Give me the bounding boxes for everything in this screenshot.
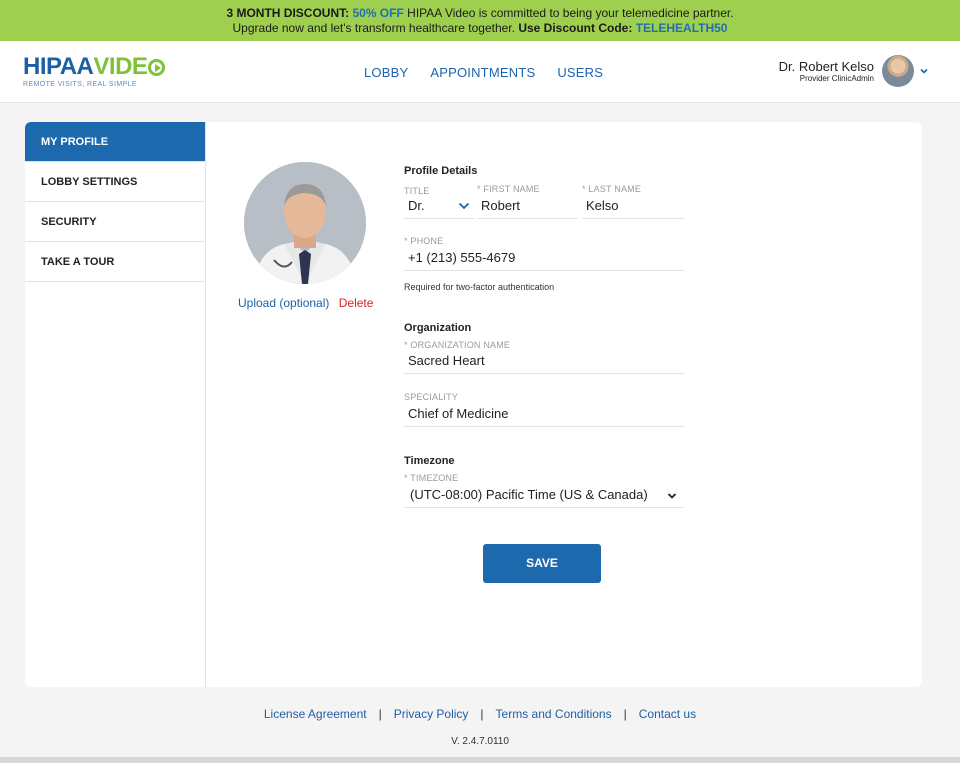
profile-card: MY PROFILE LOBBY SETTINGS SECURITY TAKE … [25, 122, 922, 687]
settings-sidebar: MY PROFILE LOBBY SETTINGS SECURITY TAKE … [25, 122, 206, 687]
phone-field[interactable]: +1 (213) 555-4679 [404, 247, 684, 271]
app-version: V. 2.4.7.0110 [451, 736, 509, 747]
bottom-bar [0, 757, 960, 763]
terms-link[interactable]: Terms and Conditions [496, 707, 612, 721]
photo-actions: Upload (optional) Delete [238, 296, 373, 310]
user-name: Dr. Robert Kelso [778, 58, 874, 74]
timezone-select[interactable]: (UTC-08:00) Pacific Time (US & Canada) [404, 484, 684, 508]
play-icon [148, 58, 166, 76]
user-menu[interactable]: Dr. Robert Kelso Provider ClinicAdmin [779, 55, 928, 87]
promo-code-label: Use Discount Code: [518, 20, 633, 35]
nav-users[interactable]: USERS [557, 65, 603, 80]
save-button[interactable]: SAVE [483, 544, 601, 583]
first-name-label: * FIRST NAME [477, 184, 540, 194]
sidebar-item-security[interactable]: SECURITY [25, 202, 205, 242]
user-role: Provider ClinicAdmin [799, 73, 874, 83]
main-nav: LOBBY APPOINTMENTS USERS [364, 65, 603, 80]
promo-offer: 50% OFF [352, 6, 404, 20]
license-agreement-link[interactable]: License Agreement [264, 707, 367, 721]
footer-separator: | [378, 707, 382, 721]
title-value: Dr. [408, 198, 425, 213]
logo-hipaa: HIPAA [23, 53, 94, 80]
user-avatar [882, 55, 914, 87]
promo-banner: 3 MONTH DISCOUNT: 50% OFF HIPAA Video is… [0, 0, 960, 41]
last-name-field[interactable]: Kelso [582, 195, 684, 219]
title-select[interactable]: Dr. [404, 195, 474, 219]
organization-name-label: * ORGANIZATION NAME [404, 340, 511, 350]
nav-lobby[interactable]: LOBBY [364, 65, 408, 80]
user-text: Dr. Robert Kelso Provider ClinicAdmin [779, 59, 874, 84]
logo-video: VIDE [93, 53, 166, 80]
timezone-label: * TIMEZONE [404, 473, 459, 483]
timezone-value: (UTC-08:00) Pacific Time (US & Canada) [410, 487, 648, 502]
delete-photo-link[interactable]: Delete [339, 296, 374, 310]
timezone-heading: Timezone [404, 455, 455, 467]
footer-separator: | [480, 707, 484, 721]
sidebar-item-lobby-settings[interactable]: LOBBY SETTINGS [25, 162, 205, 202]
chevron-down-icon [458, 202, 470, 210]
phone-label: * PHONE [404, 236, 444, 246]
logo-wordmark: HIPAA VIDE [23, 53, 166, 80]
upload-photo-link[interactable]: Upload (optional) [238, 296, 329, 310]
phone-hint: Required for two-factor authentication [404, 282, 555, 292]
first-name-field[interactable]: Robert [477, 195, 577, 219]
chevron-down-icon [667, 493, 677, 499]
sidebar-item-take-a-tour[interactable]: TAKE A TOUR [25, 242, 205, 282]
brand-logo[interactable]: HIPAA VIDE REMOTE VISITS, REAL SIMPLE [23, 53, 166, 88]
logo-video-text: VIDE [93, 53, 148, 80]
speciality-label: SPECIALITY [404, 392, 459, 402]
chevron-down-icon[interactable] [920, 67, 928, 75]
top-header: HIPAA VIDE REMOTE VISITS, REAL SIMPLE LO… [0, 41, 960, 103]
promo-line-2: Upgrade now and let's transform healthca… [0, 21, 960, 36]
footer-separator: | [623, 707, 627, 721]
footer-links: License Agreement | Privacy Policy | Terms a… [0, 707, 960, 721]
promo-text-1: HIPAA Video is committed to being your t… [407, 6, 734, 20]
promo-lead: 3 MONTH DISCOUNT: [226, 6, 350, 20]
promo-code: TELEHEALTH50 [635, 20, 728, 35]
promo-line-1: 3 MONTH DISCOUNT: 50% OFF HIPAA Video is… [0, 6, 960, 21]
sidebar-item-my-profile[interactable]: MY PROFILE [25, 122, 205, 162]
organization-heading: Organization [404, 322, 472, 334]
promo-text-2: Upgrade now and let's transform healthca… [232, 20, 515, 35]
privacy-policy-link[interactable]: Privacy Policy [394, 707, 469, 721]
profile-photo-image [244, 162, 366, 284]
speciality-field[interactable]: Chief of Medicine [404, 403, 684, 427]
logo-tagline: REMOTE VISITS, REAL SIMPLE [23, 81, 137, 88]
nav-appointments[interactable]: APPOINTMENTS [430, 65, 535, 80]
contact-link[interactable]: Contact us [639, 707, 696, 721]
last-name-label: * LAST NAME [582, 184, 642, 194]
organization-name-field[interactable]: Sacred Heart [404, 350, 684, 374]
profile-photo [244, 162, 366, 284]
profile-details-heading: Profile Details [404, 165, 478, 177]
